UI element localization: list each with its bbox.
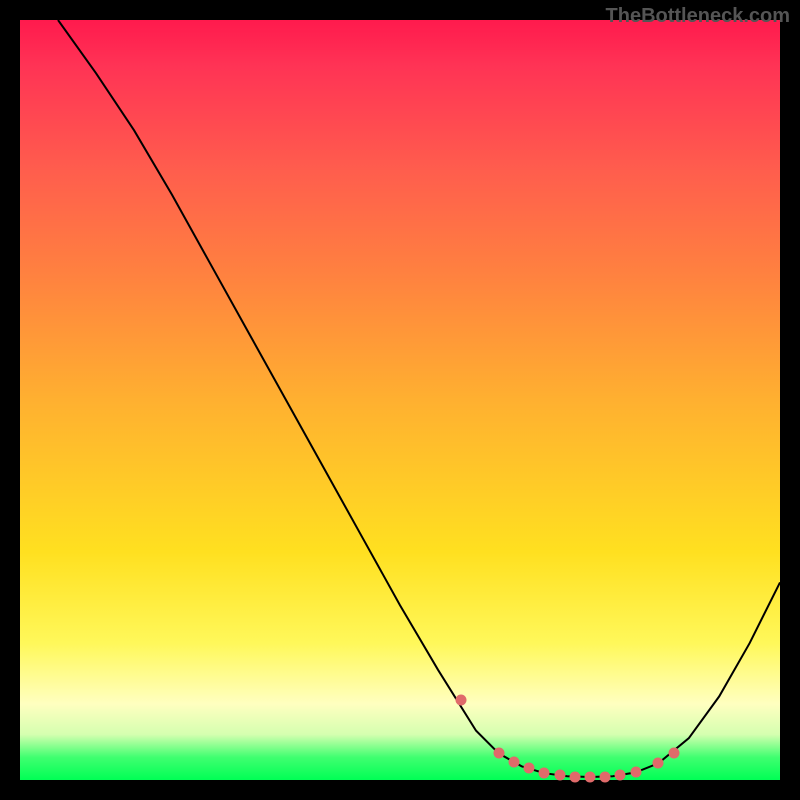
marker-dot [524, 762, 535, 773]
marker-dot [653, 758, 664, 769]
marker-dot [493, 748, 504, 759]
marker-dot [554, 770, 565, 781]
marker-dot [615, 769, 626, 780]
plot-area [20, 20, 780, 780]
marker-dot [509, 756, 520, 767]
marker-dot [630, 767, 641, 778]
marker-dot [569, 771, 580, 782]
watermark-text: TheBottleneck.com [606, 5, 790, 28]
marker-dot [585, 771, 596, 782]
marker-dot [600, 771, 611, 782]
marker-dot [668, 747, 679, 758]
marker-dot [539, 768, 550, 779]
marker-layer [20, 20, 780, 780]
marker-dot [455, 695, 466, 706]
